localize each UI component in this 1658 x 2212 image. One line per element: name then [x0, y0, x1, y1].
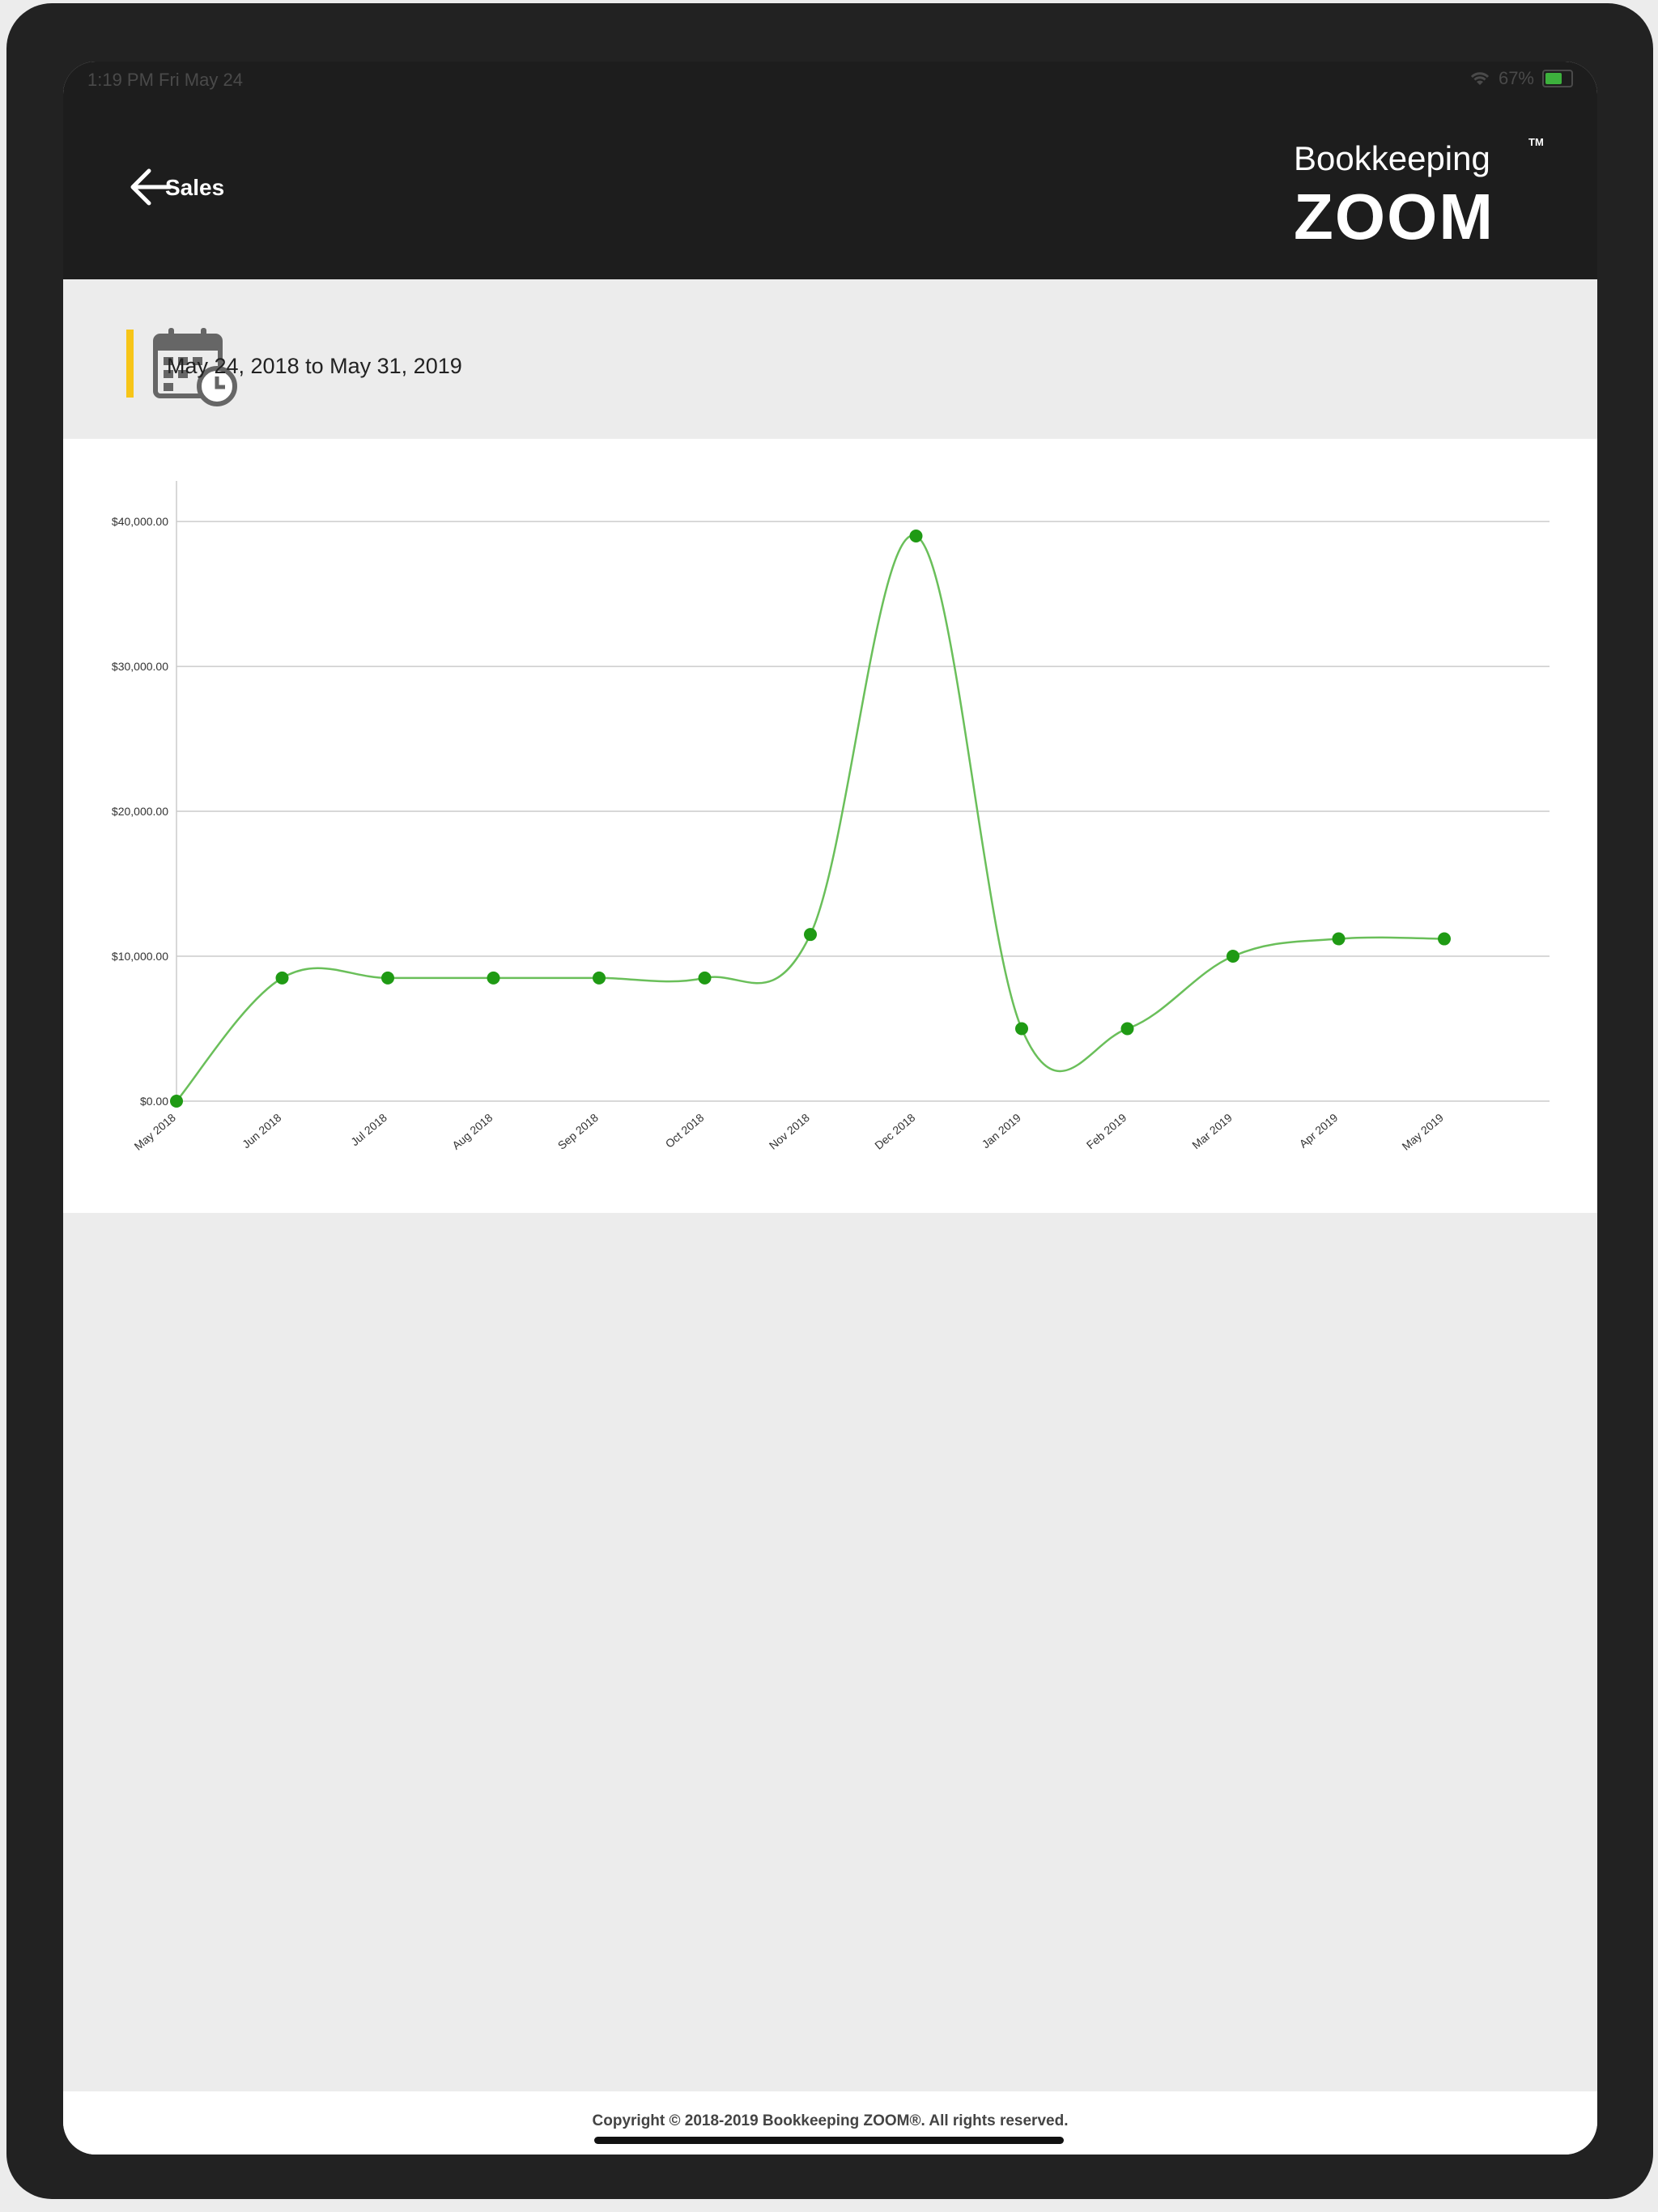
- data-point: [170, 1095, 183, 1108]
- data-point: [381, 971, 394, 985]
- status-time: 1:19 PM Fri May 24: [87, 70, 243, 90]
- battery-percent: 67%: [1498, 68, 1534, 88]
- y-tick-label: $40,000.00: [112, 515, 168, 528]
- x-tick-label: Oct 2018: [663, 1111, 707, 1151]
- logo-trademark: TM: [1528, 136, 1544, 148]
- data-point: [804, 928, 817, 942]
- x-tick-label: May 2018: [132, 1111, 179, 1153]
- data-point: [275, 971, 289, 985]
- data-point: [487, 971, 500, 985]
- data-point: [909, 530, 923, 543]
- app-header: 1:19 PM Fri May 24 67% Sales Bookkeeping…: [63, 62, 1597, 279]
- x-tick-label: Nov 2018: [767, 1111, 812, 1152]
- logo-text-bottom: ZOOM: [1294, 181, 1494, 253]
- x-tick-label: Jan 2019: [980, 1111, 1024, 1151]
- x-tick-label: Mar 2019: [1189, 1111, 1235, 1151]
- date-range-bar[interactable]: May 24, 2018 to May 31, 2019: [63, 279, 1597, 439]
- status-indicators: 67%: [1469, 68, 1573, 89]
- bookkeeping-zoom-logo: Bookkeeping TM ZOOM: [1294, 136, 1544, 261]
- logo-text-top: Bookkeeping: [1294, 139, 1490, 177]
- data-point: [698, 971, 712, 985]
- x-tick-label: Jul 2018: [348, 1111, 389, 1148]
- x-tick-label: Apr 2019: [1297, 1111, 1341, 1151]
- date-range-text: May 24, 2018 to May 31, 2019: [167, 354, 462, 378]
- x-tick-label: Aug 2018: [449, 1111, 495, 1152]
- home-indicator[interactable]: [594, 2137, 1064, 2144]
- copyright-text: Copyright © 2018-2019 Bookkeeping ZOOM®.…: [592, 2112, 1069, 2129]
- x-tick-label: Dec 2018: [872, 1111, 917, 1152]
- data-point: [1226, 950, 1239, 963]
- battery-icon: [1542, 70, 1573, 87]
- x-tick-label: Feb 2019: [1084, 1111, 1129, 1151]
- y-tick-label: $30,000.00: [112, 660, 168, 673]
- accent-bar: [126, 330, 134, 398]
- sales-chart-card: $0.00 $10,000.00 $20,000.00 $30,000.00 $40,0…: [63, 439, 1597, 1213]
- footer: Copyright © 2018-2019 Bookkeeping ZOOM®.…: [63, 2091, 1597, 2155]
- wifi-icon: [1470, 72, 1490, 85]
- app-screen: 1:19 PM Fri May 24 67% Sales Bookkeeping…: [63, 62, 1597, 2155]
- y-tick-label: $0.00: [140, 1095, 168, 1108]
- x-tick-label: Jun 2018: [240, 1111, 284, 1151]
- sales-series-line: [176, 534, 1445, 1102]
- sales-line-chart: $0.00 $10,000.00 $20,000.00 $30,000.00 $40,0…: [112, 481, 1550, 1153]
- data-point: [593, 971, 606, 985]
- data-point: [1332, 932, 1346, 946]
- data-point: [1438, 932, 1451, 946]
- x-tick-label: May 2019: [1400, 1111, 1447, 1153]
- y-tick-label: $10,000.00: [112, 950, 168, 963]
- y-tick-label: $20,000.00: [112, 805, 168, 818]
- x-tick-label: Sep 2018: [555, 1111, 601, 1152]
- back-button-label[interactable]: Sales: [165, 175, 224, 201]
- data-point: [1120, 1022, 1134, 1036]
- data-point: [1015, 1022, 1028, 1036]
